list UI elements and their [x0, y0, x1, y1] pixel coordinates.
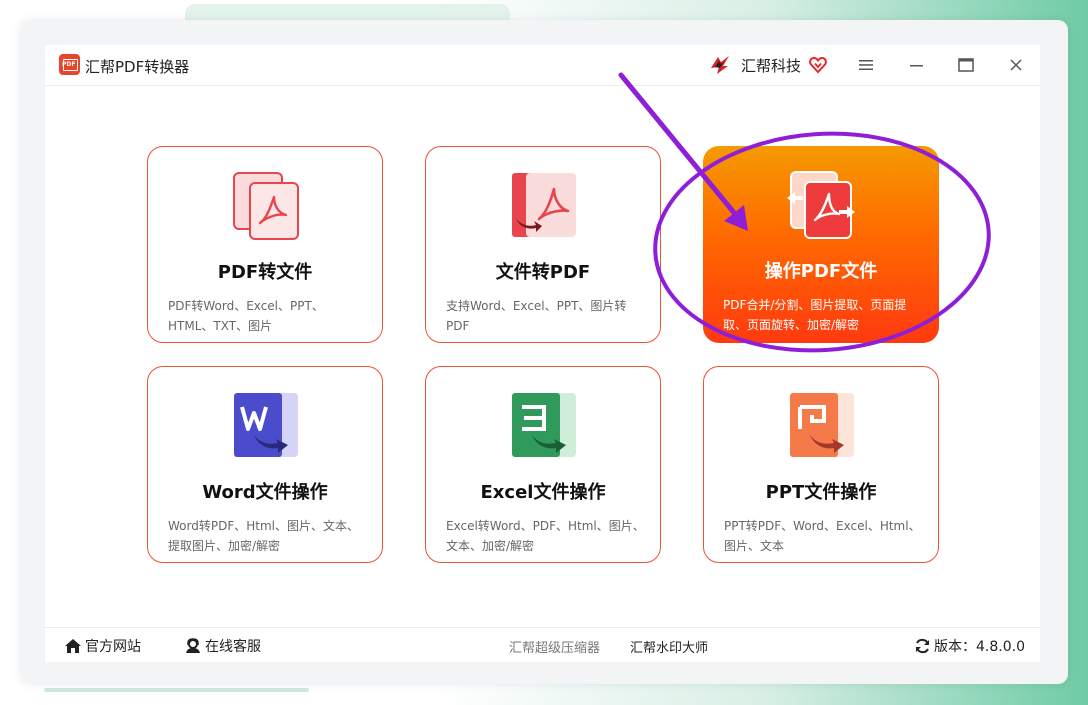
minimize-button[interactable]	[903, 53, 929, 77]
card-description: PDF转Word、Excel、PPT、HTML、TXT、图片	[168, 299, 324, 333]
version-label: 版本：4.8.0.0	[934, 639, 1025, 655]
online-service-label: 在线客服	[205, 639, 261, 655]
card-title: Word文件操作	[202, 482, 328, 503]
footer: 官方网站 在线客服 汇帮超级压缩器 汇帮水印大师 版本：4.8.0.0	[45, 627, 1040, 663]
excel-icon	[512, 393, 576, 457]
ppt-icon	[790, 393, 854, 457]
refresh-icon	[916, 638, 929, 654]
close-icon	[1010, 59, 1022, 71]
card-description: Word转PDF、Html、图片、文本、提取图片、加密/解密	[168, 519, 359, 553]
card-description: Excel转Word、PDF、Html、图片、文本、加密/解密	[446, 519, 645, 553]
pdf-operate-icon	[787, 171, 855, 239]
minimize-icon	[909, 65, 923, 67]
heart-icon[interactable]	[809, 56, 827, 74]
card-title: PPT文件操作	[765, 482, 877, 503]
menu-icon	[859, 60, 873, 70]
card-title: 文件转PDF	[495, 262, 591, 283]
official-site-link[interactable]: 官方网站	[64, 636, 141, 656]
official-site-label: 官方网站	[85, 639, 141, 655]
card-title: Excel文件操作	[480, 482, 606, 503]
card-operate-pdf[interactable]: 操作PDF文件 PDF合并/分割、图片提取、页面提取、页面旋转、加密/解密	[703, 146, 939, 343]
app-logo-text: PDF	[62, 61, 76, 68]
menu-button[interactable]	[853, 53, 879, 77]
title-bar: PDF 汇帮PDF转换器 汇帮科技	[45, 45, 1040, 86]
app-logo-icon: PDF	[59, 54, 80, 75]
home-icon	[65, 639, 81, 653]
pdf-stack-icon	[233, 172, 299, 240]
card-file-to-pdf[interactable]: 文件转PDF 支持Word、Excel、PPT、图片转PDF	[425, 146, 661, 343]
card-pdf-to-file[interactable]: PDF转文件 PDF转Word、Excel、PPT、HTML、TXT、图片	[147, 146, 383, 343]
maximize-icon	[958, 58, 974, 72]
file-to-pdf-icon	[512, 173, 576, 237]
app-title: 汇帮PDF转换器	[85, 58, 190, 76]
watermark-link[interactable]: 汇帮水印大师	[630, 637, 708, 656]
background-decoration-bottom	[44, 688, 309, 692]
card-excel-ops[interactable]: Excel文件操作 Excel转Word、PDF、Html、图片、文本、加密/解…	[425, 366, 661, 563]
online-service-link[interactable]: 在线客服	[184, 636, 261, 656]
card-word-ops[interactable]: Word文件操作 Word转PDF、Html、图片、文本、提取图片、加密/解密	[147, 366, 383, 563]
brand-name: 汇帮科技	[741, 56, 802, 75]
brand[interactable]: 汇帮科技	[709, 53, 827, 77]
app-window: PDF 汇帮PDF转换器 汇帮科技 PDF转文件 PDF转Word、Excel、…	[45, 45, 1040, 662]
card-description: PDF合并/分割、图片提取、页面提取、页面旋转、加密/解密	[723, 298, 907, 332]
brand-logo-icon	[711, 56, 729, 74]
close-button[interactable]	[1003, 53, 1029, 77]
word-icon	[234, 393, 298, 457]
customer-service-icon	[186, 638, 200, 653]
card-description: 支持Word、Excel、PPT、图片转PDF	[446, 299, 627, 333]
compressor-link[interactable]: 汇帮超级压缩器	[509, 637, 600, 656]
maximize-button[interactable]	[953, 53, 979, 77]
version-check[interactable]: 版本：4.8.0.0	[914, 636, 1025, 656]
card-ppt-ops[interactable]: PPT文件操作 PPT转PDF、Word、Excel、Html、图片、文本	[703, 366, 939, 563]
card-title: 操作PDF文件	[764, 261, 878, 282]
card-title: PDF转文件	[217, 262, 313, 283]
card-description: PPT转PDF、Word、Excel、Html、图片、文本	[724, 519, 921, 553]
